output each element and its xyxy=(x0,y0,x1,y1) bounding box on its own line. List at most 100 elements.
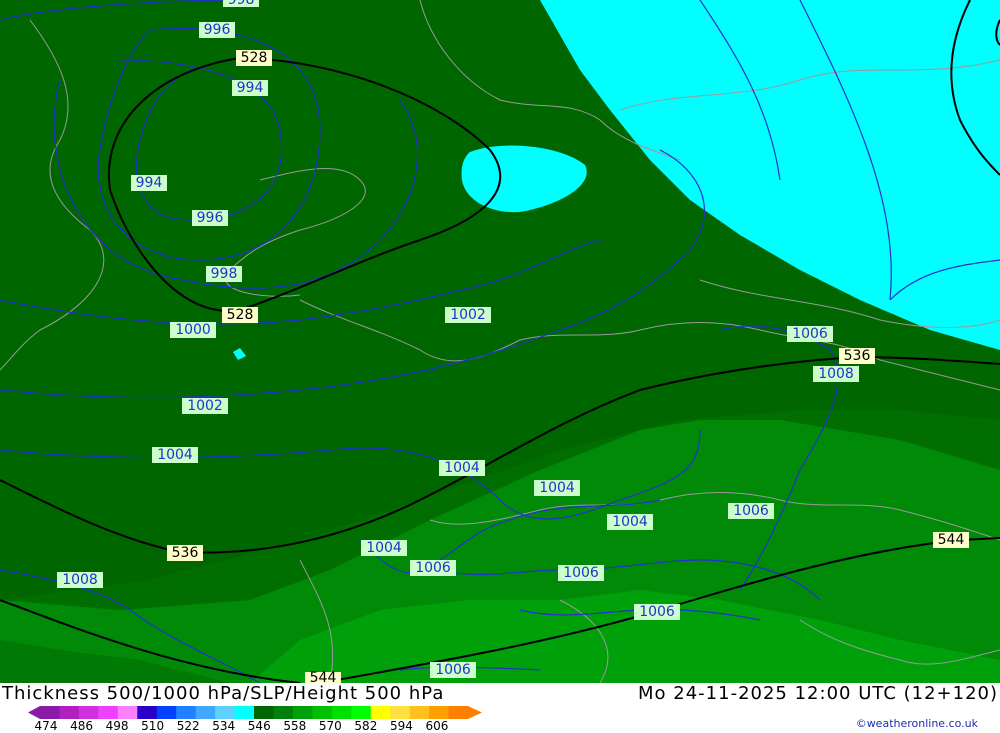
scale-swatch xyxy=(254,706,274,719)
scale-tick-label: 570 xyxy=(318,719,342,733)
scale-tick-label: 594 xyxy=(389,719,413,733)
scale-swatch xyxy=(331,706,352,719)
svg-text:994: 994 xyxy=(136,175,163,191)
scale-tick-label: 546 xyxy=(247,719,271,733)
scale-swatch xyxy=(390,706,411,719)
svg-text:1008: 1008 xyxy=(62,572,98,588)
color-scale-ticks: 474 486 498 510 522 534 546 558 570 582 594 606 xyxy=(28,719,498,733)
thickness-label: 528 xyxy=(222,307,258,323)
svg-text:1004: 1004 xyxy=(366,540,402,556)
map-title: Thickness 500/1000 hPa/SLP/Height 500 hP… xyxy=(2,683,445,704)
scale-swatch xyxy=(137,706,158,719)
svg-text:996: 996 xyxy=(197,210,224,226)
scale-swatch xyxy=(98,706,119,719)
isobar-label: 998 xyxy=(206,266,242,282)
weather-map: 998 996 994 994 996 998 1000 1002 1002 1… xyxy=(0,0,1000,683)
svg-text:1004: 1004 xyxy=(612,514,648,530)
isobar-label: 1004 xyxy=(152,447,198,463)
scale-tick-label: 474 xyxy=(34,719,58,733)
scale-swatch xyxy=(351,706,372,719)
isobar-label: 1006 xyxy=(410,560,456,576)
isobar-label: 1006 xyxy=(787,326,833,342)
isobar-label: 1002 xyxy=(445,307,491,323)
scale-swatch xyxy=(370,706,391,719)
isobar-label: 1000 xyxy=(170,322,216,338)
scale-swatch xyxy=(117,706,138,719)
scale-swatch xyxy=(215,706,236,719)
scale-tick-label: 582 xyxy=(354,719,378,733)
scale-swatch xyxy=(292,706,313,719)
svg-text:536: 536 xyxy=(172,545,199,561)
scale-tick-label: 498 xyxy=(105,719,129,733)
scale-swatch xyxy=(448,706,469,719)
svg-text:1006: 1006 xyxy=(639,604,675,620)
valid-time: Mo 24-11-2025 12:00 UTC (12+120) xyxy=(638,683,998,704)
svg-text:1002: 1002 xyxy=(187,398,223,414)
map-footer: Thickness 500/1000 hPa/SLP/Height 500 hP… xyxy=(0,683,1000,733)
scale-swatch xyxy=(40,706,60,719)
scale-arrow-left xyxy=(28,706,40,719)
isobar-label: 996 xyxy=(192,210,228,226)
svg-text:1006: 1006 xyxy=(563,565,599,581)
isobar-label: 994 xyxy=(131,175,167,191)
svg-text:1006: 1006 xyxy=(415,560,451,576)
svg-text:528: 528 xyxy=(227,307,254,323)
scale-tick-label: 486 xyxy=(70,719,93,733)
svg-text:1006: 1006 xyxy=(733,503,769,519)
scale-swatch xyxy=(312,706,333,719)
scale-tick-label: 522 xyxy=(176,719,200,733)
isobar-label: 1004 xyxy=(534,480,580,496)
color-scale xyxy=(28,706,482,719)
thickness-label: 544 xyxy=(305,670,341,683)
svg-text:544: 544 xyxy=(938,532,965,548)
scale-swatch xyxy=(59,706,80,719)
scale-tick-label: 510 xyxy=(141,719,165,733)
svg-text:996: 996 xyxy=(204,22,231,38)
scale-swatch xyxy=(273,706,294,719)
thickness-label: 536 xyxy=(839,348,875,364)
isobar-label: 1006 xyxy=(430,662,476,678)
map-canvas: 998 996 994 994 996 998 1000 1002 1002 1… xyxy=(0,0,1000,683)
scale-tick-label: 606 xyxy=(425,719,449,733)
scale-tick-label: 558 xyxy=(283,719,307,733)
svg-text:544: 544 xyxy=(310,670,337,683)
isobar-label: 1008 xyxy=(813,366,859,382)
credit-link[interactable]: ©weatheronline.co.uk xyxy=(856,717,978,730)
scale-swatch xyxy=(156,706,177,719)
svg-text:536: 536 xyxy=(844,348,871,364)
scale-swatch xyxy=(234,706,255,719)
thickness-label: 536 xyxy=(167,545,203,561)
isobar-label: 994 xyxy=(232,80,268,96)
scale-swatch xyxy=(429,706,450,719)
isobar-label: 998 xyxy=(223,0,259,8)
isobar-label: 1004 xyxy=(439,460,485,476)
isobar-label: 996 xyxy=(199,22,235,38)
svg-text:1004: 1004 xyxy=(444,460,480,476)
isobar-label: 1002 xyxy=(182,398,228,414)
svg-text:998: 998 xyxy=(211,266,238,282)
svg-text:1002: 1002 xyxy=(450,307,486,323)
isobar-label: 1004 xyxy=(607,514,653,530)
scale-swatch xyxy=(409,706,430,719)
svg-text:1008: 1008 xyxy=(818,366,854,382)
isobar-label: 1004 xyxy=(361,540,407,556)
scale-swatch xyxy=(78,706,99,719)
svg-text:1004: 1004 xyxy=(157,447,193,463)
svg-text:994: 994 xyxy=(237,80,264,96)
scale-arrow-right xyxy=(468,706,482,719)
svg-text:1000: 1000 xyxy=(175,322,211,338)
svg-text:1006: 1006 xyxy=(435,662,471,678)
svg-text:1006: 1006 xyxy=(792,326,828,342)
svg-text:998: 998 xyxy=(228,0,255,8)
isobar-label: 1006 xyxy=(558,565,604,581)
isobar-label: 1008 xyxy=(57,572,103,588)
thickness-label: 544 xyxy=(933,532,969,548)
scale-swatch xyxy=(176,706,197,719)
thickness-label: 528 xyxy=(236,50,272,66)
svg-text:1004: 1004 xyxy=(539,480,575,496)
scale-swatch xyxy=(195,706,216,719)
scale-tick-label: 534 xyxy=(212,719,236,733)
isobar-label: 1006 xyxy=(634,604,680,620)
isobar-label: 1006 xyxy=(728,503,774,519)
svg-text:528: 528 xyxy=(241,50,268,66)
